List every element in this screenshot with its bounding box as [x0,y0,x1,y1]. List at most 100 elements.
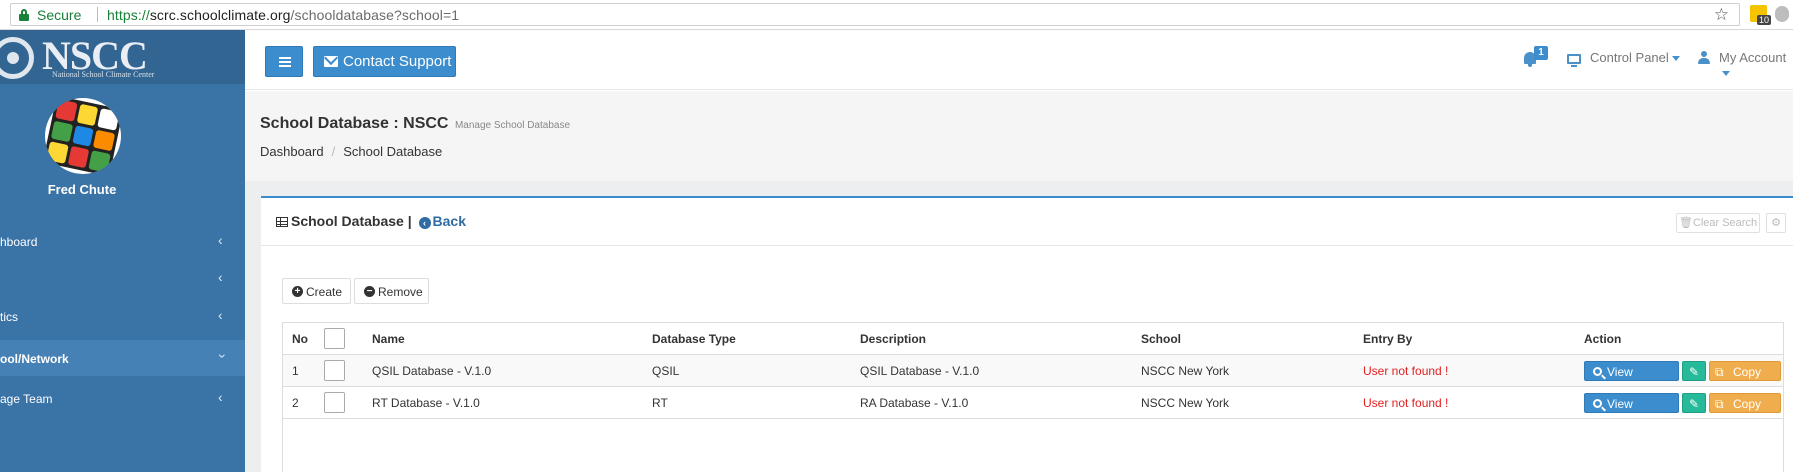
copy-icon: ⧉ [1715,397,1724,411]
column-header-no: No [292,332,308,346]
copy-db-button[interactable]: ⧉ Copy DB [1709,393,1781,431]
row-database-type: QSIL [652,364,680,378]
row-description: QSIL Database - V.1.0 [860,364,980,378]
sidebar-item-label: hboard [0,235,38,249]
user-icon [1698,51,1710,65]
breadcrumb-separator: / [331,144,336,159]
url-text[interactable]: https://scrc.schoolclimate.org/schooldat… [107,7,459,23]
clear-search-button[interactable]: 🗑Clear Search [1676,213,1760,233]
remove-button[interactable]: − Remove [354,278,429,304]
notification-badge: 1 [1534,46,1548,60]
chevron-left-icon: ‹ [218,389,223,405]
lock-icon [19,9,29,21]
arrow-left-icon: ‹ [418,217,431,229]
back-label: Back [432,213,466,229]
page-subtitle: Manage School Database [454,120,571,131]
view-records-button[interactable]: View Records [1584,361,1679,399]
edit-icon: ✎ [1688,397,1700,411]
row-entry-by: User not found ! [1363,396,1449,410]
edit-button[interactable]: ✎ [1682,393,1706,413]
row-checkbox[interactable] [324,392,345,413]
top-navbar: Contact Support 1 Control Panel My Accou… [245,30,1793,90]
url-scheme: https:// [107,7,150,23]
gear-icon[interactable]: ⚙ [1766,213,1786,233]
sidebar-item-school-network[interactable]: ool/Network ‹ [0,340,245,376]
row-checkbox[interactable] [324,360,345,381]
my-account-label: My Account [1719,50,1787,65]
chevron-down-icon: ‹ [212,353,229,359]
row-entry-by: User not found ! [1363,364,1449,378]
avatar [45,98,121,174]
select-all-checkbox[interactable] [324,328,345,349]
sidebar-item-label: tics [0,310,18,324]
panel-header: School Database | ‹ Back 🗑Clear Search ⚙ [261,198,1793,246]
secure-label: Secure [37,7,82,23]
logo-mark-icon [0,37,34,79]
menu-toggle-button[interactable] [265,46,303,77]
extension-badge: 10 [1757,15,1772,25]
search-icon [1593,367,1602,376]
sidebar-item-2[interactable]: ‹ [0,258,245,301]
contact-support-button[interactable]: Contact Support [313,46,456,77]
column-header-description[interactable]: Description [860,332,926,346]
url-path: /schooldatabase?school=1 [290,7,460,23]
school-database-table: No Name Database Type Description School… [282,322,1784,472]
url-host: scrc.schoolclimate.org [149,7,291,23]
rubiks-cube-icon [45,98,121,174]
breadcrumb-dashboard[interactable]: Dashboard [260,144,324,159]
panel-title: School Database | ‹ Back [276,213,466,229]
column-header-school[interactable]: School [1141,332,1181,346]
remove-label: Remove [378,285,423,299]
chevron-left-icon: ‹ [218,232,223,248]
chevron-left-icon: ‹ [218,307,223,323]
row-name: QSIL Database - V.1.0 [372,364,492,378]
contact-support-label: Contact Support [343,53,452,70]
envelope-icon [324,56,338,67]
view-records-label: View Records [1607,397,1652,431]
copy-icon: ⧉ [1715,365,1724,379]
minus-circle-icon: − [364,286,375,297]
create-label: Create [306,285,343,299]
control-panel-label: Control Panel [1590,50,1669,65]
create-button[interactable]: + Create [282,278,351,304]
page-header: School Database : NSCC Manage School Dat… [245,91,1793,182]
caret-down-icon [1671,56,1680,62]
row-database-type: RT [652,396,668,410]
sidebar-item-label: age Team [0,392,53,406]
row-number: 1 [292,364,299,378]
extension-icon-2[interactable] [1775,6,1789,22]
table-icon [276,217,288,227]
my-account-dropdown[interactable]: My Account [1719,50,1793,80]
bookmark-star-icon[interactable]: ☆ [1714,5,1729,25]
table-row: 1 QSIL Database - V.1.0 QSIL QSIL Databa… [283,355,1783,399]
copy-db-button[interactable]: ⧉ Copy DB [1709,361,1781,399]
table-header-row: No Name Database Type Description School… [283,323,1783,355]
control-panel-dropdown[interactable]: Control Panel [1590,50,1680,65]
row-name: RT Database - V.1.0 [372,396,480,410]
edit-button[interactable]: ✎ [1682,361,1706,381]
sidebar-item-manage-team[interactable]: age Team ‹ [0,379,245,422]
column-header-entry-by[interactable]: Entry By [1363,332,1412,346]
column-header-action: Action [1584,332,1622,346]
breadcrumb-current: School Database [343,144,443,159]
sidebar: NSCC National School Climate Center Fred… [0,30,245,472]
logo[interactable]: NSCC National School Climate Center [0,30,245,84]
view-records-button[interactable]: View Records [1584,393,1679,431]
back-link[interactable]: ‹ Back [416,213,466,229]
url-field[interactable]: Secure https://scrc.schoolclimate.org/sc… [10,3,1740,26]
chevron-left-icon: ‹ [218,269,223,285]
caret-down-icon [1722,71,1730,77]
page-title: School Database : NSCC Manage School Dat… [260,115,570,133]
row-number: 2 [292,396,299,410]
clear-search-label: Clear Search [1692,217,1758,229]
search-icon [1593,399,1602,408]
breadcrumb: Dashboard / School Database [260,144,442,159]
logo-subtitle: National School Climate Center [52,70,155,79]
url-divider [97,7,98,22]
row-school: NSCC New York [1141,364,1230,378]
column-header-database-type[interactable]: Database Type [652,332,736,346]
column-header-name[interactable]: Name [372,332,405,346]
user-name: Fred Chute [47,182,117,197]
sidebar-item-label: ool/Network [0,352,69,366]
row-school: NSCC New York [1141,396,1230,410]
